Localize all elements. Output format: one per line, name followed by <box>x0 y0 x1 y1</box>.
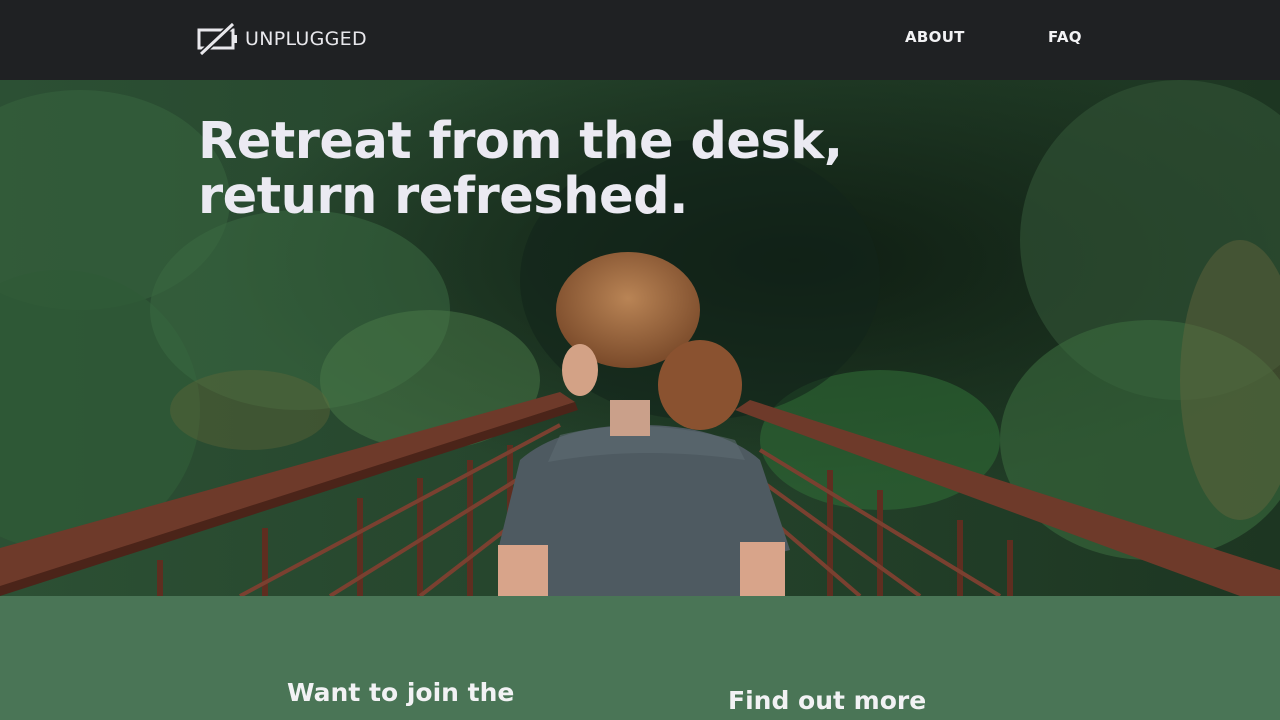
find-out-more-heading: Find out more <box>728 686 927 715</box>
hero-headline: Retreat from the desk, return refreshed. <box>198 114 958 224</box>
logo-link[interactable]: UNPLUGGED <box>197 22 367 56</box>
hero-headline-line-1: Retreat from the desk, <box>198 112 843 171</box>
hero-section: Retreat from the desk, return refreshed. <box>0 80 1280 596</box>
battery-slash-icon <box>197 22 237 56</box>
site-header: UNPLUGGED ABOUT FAQ <box>0 0 1280 80</box>
logo-text: UNPLUGGED <box>245 28 367 50</box>
info-section: Want to join the Find out more <box>0 596 1280 720</box>
hero-headline-line-2: return refreshed. <box>198 167 688 226</box>
nav-faq-link[interactable]: FAQ <box>1048 28 1082 46</box>
join-heading: Want to join the <box>287 678 515 707</box>
nav-about-link[interactable]: ABOUT <box>905 28 965 46</box>
